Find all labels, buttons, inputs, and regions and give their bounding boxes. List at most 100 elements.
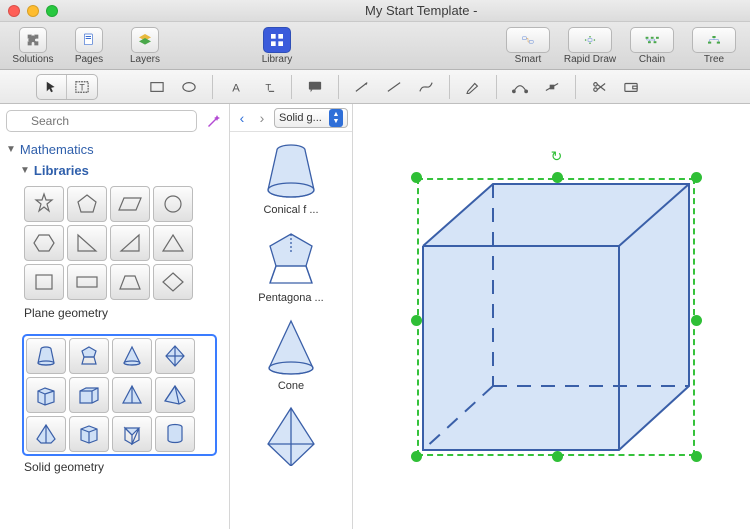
shape-octahedron-partial[interactable]	[256, 400, 326, 472]
cube-shape[interactable]	[415, 154, 698, 464]
library-label: Library	[262, 54, 293, 65]
chain-icon	[630, 27, 674, 53]
shape-rect[interactable]	[67, 264, 107, 300]
shape-cylinder[interactable]	[155, 416, 195, 452]
tree-mathematics[interactable]: ▼ Mathematics	[6, 142, 223, 157]
text-frame-tool[interactable]: T	[67, 75, 97, 99]
library-dropdown-label: Solid g...	[279, 112, 329, 124]
shape-hexagon[interactable]	[24, 225, 64, 261]
shape-tri-prism[interactable]	[112, 416, 152, 452]
shape-right-triangle2[interactable]	[110, 225, 150, 261]
shape-star[interactable]	[24, 186, 64, 222]
divider	[496, 75, 497, 99]
tree-libraries[interactable]: ▼ Libraries	[20, 163, 223, 178]
minimize-window-button[interactable]	[27, 5, 39, 17]
scissors-tool[interactable]	[584, 75, 614, 99]
pages-label: Pages	[75, 54, 103, 65]
right-tool-group: Smart Rapid Draw Chain Tree	[500, 27, 742, 65]
shape-label: Conical f ...	[263, 204, 318, 216]
pointer-tool[interactable]	[37, 75, 67, 99]
rapid-draw-button[interactable]: Rapid Draw	[562, 27, 618, 65]
rapid-icon	[568, 27, 612, 53]
shape-cone[interactable]: Cone	[256, 312, 326, 398]
shape-label: Pentagona ...	[258, 292, 323, 304]
browser-panel: ▼ Mathematics ▼ Libraries Plane geometry	[0, 104, 230, 529]
nav-forward-button[interactable]: ›	[254, 108, 270, 128]
shape-frustum[interactable]	[26, 338, 66, 374]
shape-triangle[interactable]	[153, 225, 193, 261]
close-window-button[interactable]	[8, 5, 20, 17]
shape-octahedron[interactable]	[155, 338, 195, 374]
drawing-canvas[interactable]: ↻	[353, 104, 750, 529]
chain-button[interactable]: Chain	[624, 27, 680, 65]
smart-icon	[506, 27, 550, 53]
selected-shape[interactable]: ↻	[415, 154, 698, 464]
layers-button[interactable]: Layers	[120, 27, 170, 65]
shape-pentagon[interactable]	[67, 186, 107, 222]
puzzle-icon	[19, 27, 47, 53]
disclosure-triangle-icon: ▼	[6, 144, 16, 155]
library-column: ‹ › Solid g... ▲▼ Conical f ... Pentagon…	[230, 104, 353, 529]
callout-tool[interactable]	[300, 75, 330, 99]
stepper-icon: ▲▼	[329, 109, 343, 127]
shape-cube[interactable]	[26, 377, 66, 413]
shape-tetra[interactable]	[112, 377, 152, 413]
smart-label: Smart	[515, 54, 542, 65]
plane-geometry-library[interactable]	[24, 186, 215, 300]
grid-icon	[263, 27, 291, 53]
shape-circle[interactable]	[153, 186, 193, 222]
shape-prism2[interactable]	[69, 416, 109, 452]
shape-square[interactable]	[24, 264, 64, 300]
search-input[interactable]	[6, 110, 197, 132]
shape-label: Cone	[278, 380, 304, 392]
nav-back-button[interactable]: ‹	[234, 108, 250, 128]
layers-icon	[131, 27, 159, 53]
text-block-tool[interactable]: T	[253, 75, 283, 99]
library-dropdown[interactable]: Solid g... ▲▼	[274, 108, 348, 128]
shape-cone[interactable]	[112, 338, 152, 374]
shape-trapezoid[interactable]	[110, 264, 150, 300]
spline-tool[interactable]	[411, 75, 441, 99]
pages-button[interactable]: Pages	[64, 27, 114, 65]
shape-rhombus[interactable]	[153, 264, 193, 300]
bezier-tool[interactable]	[505, 75, 535, 99]
arrow-tool[interactable]	[347, 75, 377, 99]
wallet-tool[interactable]	[616, 75, 646, 99]
solutions-button[interactable]: Solutions	[8, 27, 58, 65]
window-titlebar: My Start Template -	[0, 0, 750, 22]
shape-pentagonal[interactable]: Pentagona ...	[256, 224, 326, 310]
page-icon	[75, 27, 103, 53]
library-button[interactable]: Library	[252, 27, 302, 65]
node-tool[interactable]	[537, 75, 567, 99]
shape-right-triangle[interactable]	[67, 225, 107, 261]
shape-pyramid[interactable]	[155, 377, 195, 413]
shape-hex-pyramid[interactable]	[26, 416, 66, 452]
shape-cuboid[interactable]	[69, 377, 109, 413]
window-title: My Start Template -	[365, 3, 477, 18]
rapid-label: Rapid Draw	[564, 54, 616, 65]
solid-geometry-title: Solid geometry	[24, 460, 223, 474]
shape-pent-prism[interactable]	[69, 338, 109, 374]
divider	[449, 75, 450, 99]
tree-button[interactable]: Tree	[686, 27, 742, 65]
pen-tool[interactable]	[458, 75, 488, 99]
layers-label: Layers	[130, 54, 160, 65]
tree-icon	[692, 27, 736, 53]
divider	[212, 75, 213, 99]
divider	[291, 75, 292, 99]
tree-label: Tree	[704, 54, 724, 65]
ellipse-tool[interactable]	[174, 75, 204, 99]
zoom-window-button[interactable]	[46, 5, 58, 17]
disclosure-triangle-icon: ▼	[20, 165, 30, 176]
solid-geometry-library[interactable]	[24, 336, 215, 454]
chain-label: Chain	[639, 54, 665, 65]
library-header: ‹ › Solid g... ▲▼	[230, 104, 352, 132]
wand-button[interactable]	[203, 111, 223, 131]
rect-tool[interactable]	[142, 75, 172, 99]
pointer-text-segment: T	[36, 74, 98, 100]
shape-conical-frustum[interactable]: Conical f ...	[256, 136, 326, 222]
smart-button[interactable]: Smart	[500, 27, 556, 65]
line-tool[interactable]	[379, 75, 409, 99]
shape-parallelogram[interactable]	[110, 186, 150, 222]
text-tool[interactable]: A	[221, 75, 251, 99]
